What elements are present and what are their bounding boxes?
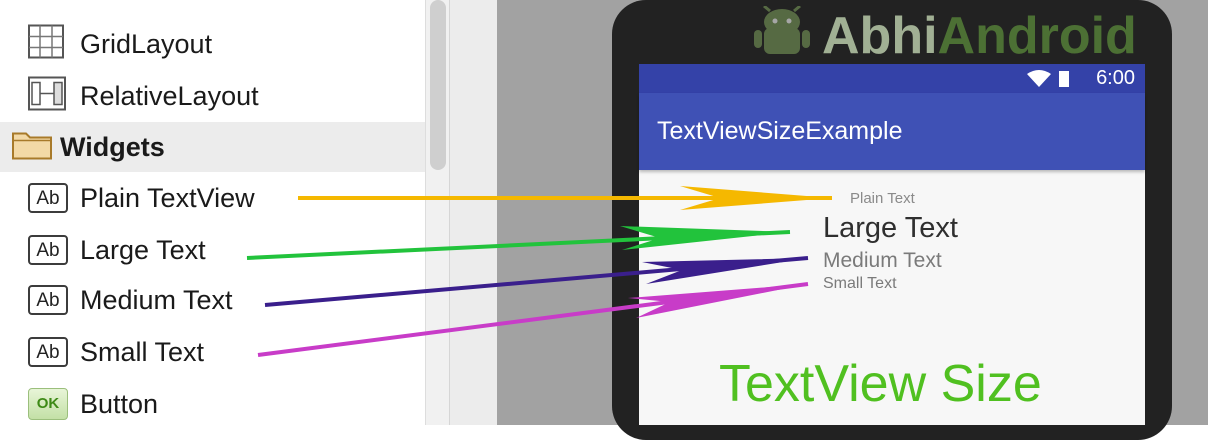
annotation-arrows [246,186,832,357]
arrow-plain-textview [298,186,832,210]
arrow-small-text [257,282,809,357]
arrow-large-text [246,226,791,260]
